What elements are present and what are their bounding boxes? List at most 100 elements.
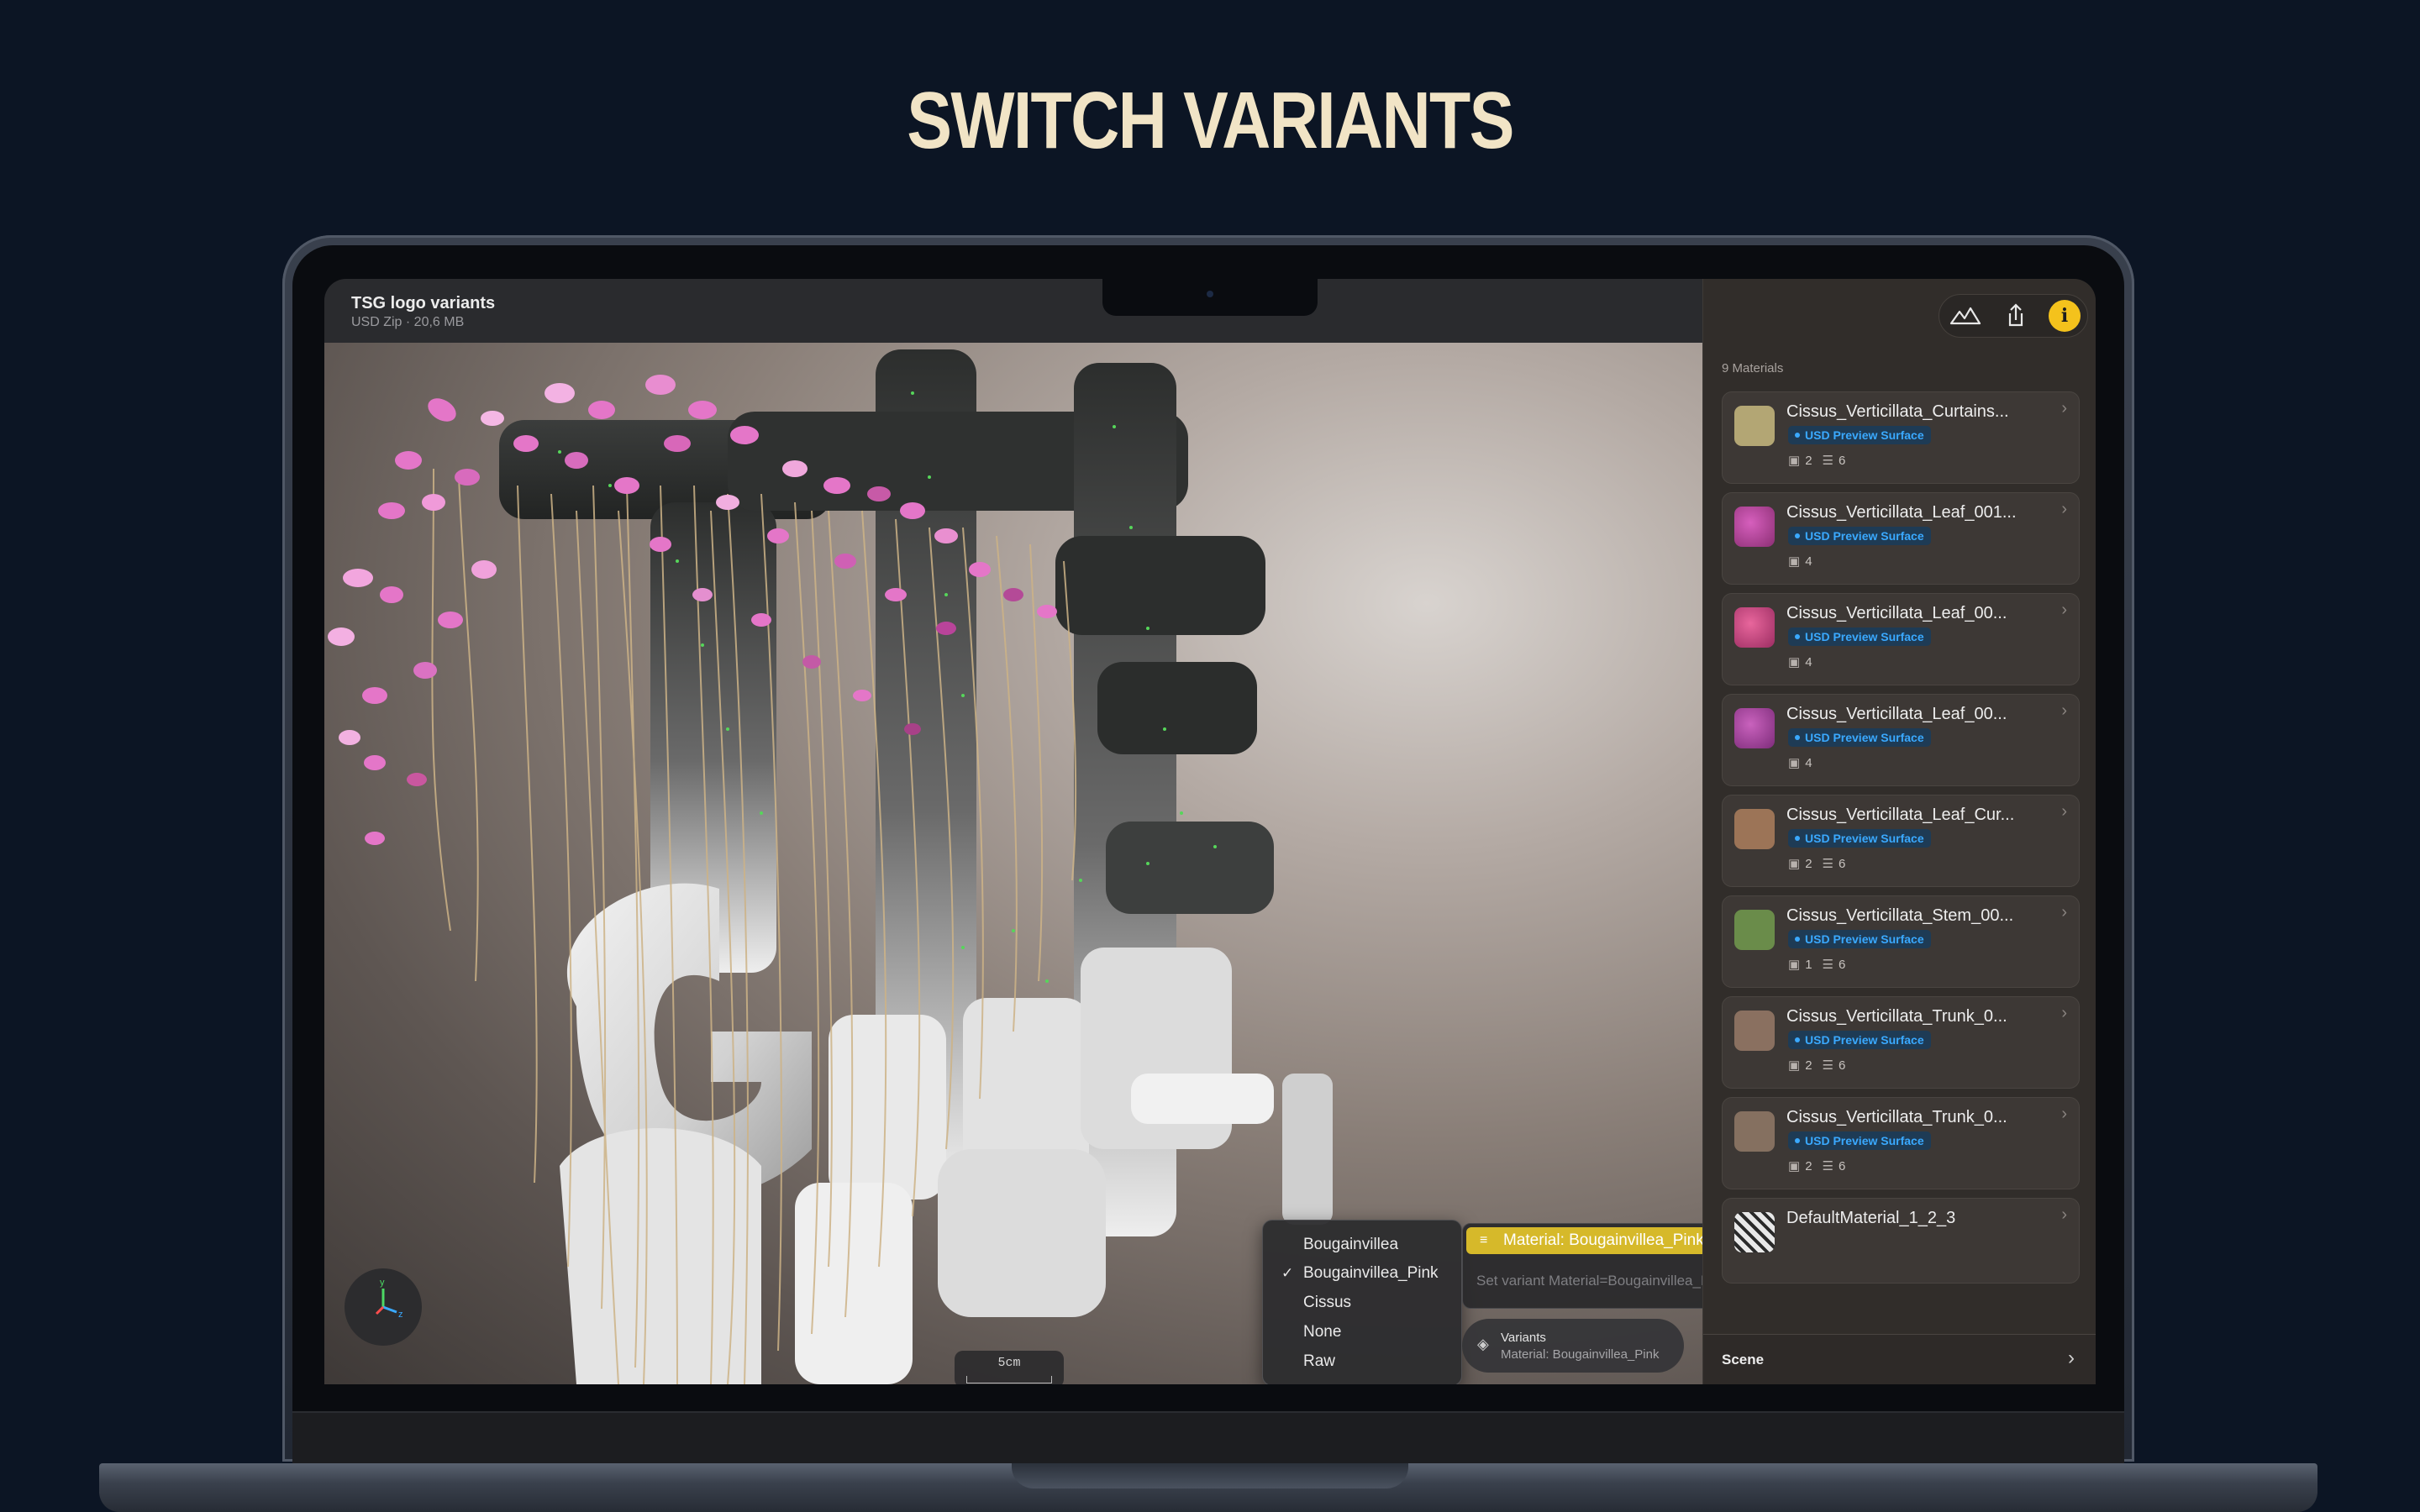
material-thumbnail bbox=[1734, 1011, 1775, 1051]
variant-option-raw[interactable]: Raw bbox=[1263, 1347, 1461, 1376]
chevron-right-icon: › bbox=[2061, 903, 2067, 921]
chevron-right-icon: › bbox=[2068, 1347, 2075, 1369]
material-type-badge: USD Preview Surface bbox=[1788, 829, 1931, 848]
laptop-base-notch bbox=[1012, 1463, 1408, 1488]
chevron-right-icon: › bbox=[2061, 1105, 2067, 1123]
material-meta: ▣ 2 ☰ 6 bbox=[1788, 454, 1846, 468]
materials-count: 9 Materials bbox=[1722, 361, 1784, 375]
image-icon: ▣ bbox=[1788, 857, 1801, 871]
variants-button-subtitle: Material: Bougainvillea_Pink bbox=[1501, 1347, 1660, 1362]
axis-gizmo[interactable]: y z bbox=[345, 1268, 422, 1346]
variant-option-bougainvillea-pink[interactable]: ✓ Bougainvillea_Pink bbox=[1263, 1259, 1461, 1288]
page-headline: SWITCH VARIANTS bbox=[907, 76, 1514, 165]
variant-option-label: Bougainvillea bbox=[1303, 1236, 1399, 1253]
parameters-icon: ☰ bbox=[1822, 958, 1833, 972]
material-card[interactable]: Cissus_Verticillata_Trunk_0... USD Previ… bbox=[1722, 1097, 2080, 1189]
material-card[interactable]: Cissus_Verticillata_Trunk_0... USD Previ… bbox=[1722, 996, 2080, 1089]
variant-option-none[interactable]: None bbox=[1263, 1318, 1461, 1347]
material-card[interactable]: Cissus_Verticillata_Stem_00... USD Previ… bbox=[1722, 895, 2080, 988]
variant-option-label: Cissus bbox=[1303, 1294, 1352, 1311]
variant-option-cissus[interactable]: Cissus bbox=[1263, 1289, 1461, 1317]
material-name: Cissus_Verticillata_Leaf_Cur... bbox=[1786, 806, 2015, 824]
variant-option-bougainvillea[interactable]: Bougainvillea bbox=[1263, 1231, 1461, 1259]
material-card[interactable]: Cissus_Verticillata_Curtains... USD Prev… bbox=[1722, 391, 2080, 484]
axis-gizmo-icon: y z bbox=[375, 1278, 403, 1320]
chevron-right-icon: › bbox=[2061, 701, 2067, 720]
material-name: Cissus_Verticillata_Leaf_00... bbox=[1786, 705, 2007, 723]
material-type-badge: USD Preview Surface bbox=[1788, 930, 1931, 948]
material-meta: ▣ 4 bbox=[1788, 554, 1812, 569]
inspector-sidebar: i 9 Materials Cissus_Verticillata_Curtai… bbox=[1702, 279, 2096, 1384]
material-name: Cissus_Verticillata_Leaf_001... bbox=[1786, 503, 2017, 522]
parameters-icon: ☰ bbox=[1822, 857, 1833, 871]
material-meta: ▣ 2 ☰ 6 bbox=[1788, 857, 1846, 871]
share-icon[interactable] bbox=[1998, 298, 2033, 333]
material-type-badge: USD Preview Surface bbox=[1788, 728, 1931, 747]
variant-options-menu: Bougainvillea ✓ Bougainvillea_Pink Cissu… bbox=[1262, 1220, 1462, 1384]
chevron-right-icon: › bbox=[2061, 601, 2067, 619]
image-icon: ▣ bbox=[1788, 655, 1801, 669]
chevron-right-icon: › bbox=[2061, 1205, 2067, 1224]
material-thumbnail bbox=[1734, 708, 1775, 748]
axis-z-label: z bbox=[398, 1310, 403, 1320]
scene-row[interactable]: Scene › bbox=[1703, 1334, 2096, 1384]
material-card[interactable]: Cissus_Verticillata_Leaf_001... USD Prev… bbox=[1722, 492, 2080, 585]
scene-label: Scene bbox=[1722, 1352, 1765, 1368]
material-meta: ▣ 2 ☰ 6 bbox=[1788, 1058, 1846, 1073]
parameters-icon: ☰ bbox=[1822, 1058, 1833, 1073]
material-thumbnail bbox=[1734, 607, 1775, 648]
parameters-icon: ☰ bbox=[1822, 1159, 1833, 1173]
camera-dot bbox=[1207, 291, 1213, 297]
material-card[interactable]: DefaultMaterial_1_2_3 › bbox=[1722, 1198, 2080, 1284]
scale-line bbox=[966, 1376, 1052, 1383]
document-title: TSG logo variants bbox=[351, 294, 496, 312]
material-type-badge: USD Preview Surface bbox=[1788, 1131, 1931, 1150]
material-type-badge: USD Preview Surface bbox=[1788, 527, 1931, 545]
axis-y-label: y bbox=[380, 1278, 385, 1288]
variant-option-label: Bougainvillea_Pink bbox=[1303, 1264, 1439, 1282]
material-thumbnail bbox=[1734, 507, 1775, 547]
parameters-icon: ☰ bbox=[1822, 454, 1833, 468]
material-name: DefaultMaterial_1_2_3 bbox=[1786, 1209, 1956, 1227]
list-icon: ≡ bbox=[1480, 1233, 1488, 1247]
material-meta: ▣ 4 bbox=[1788, 756, 1812, 770]
image-icon: ▣ bbox=[1788, 756, 1801, 770]
chevron-right-icon: › bbox=[2061, 1004, 2067, 1022]
variants-button[interactable]: ◈ Variants Material: Bougainvillea_Pink bbox=[1462, 1319, 1684, 1373]
material-thumbnail bbox=[1734, 406, 1775, 446]
material-thumbnail bbox=[1734, 1111, 1775, 1152]
material-thumbnail bbox=[1734, 1212, 1775, 1252]
chevron-right-icon: › bbox=[2061, 500, 2067, 518]
image-icon: ▣ bbox=[1788, 1159, 1801, 1173]
viewport-titlebar: TSG logo variants USD Zip · 20,6 MB bbox=[324, 279, 1702, 343]
camera-notch bbox=[1102, 279, 1318, 316]
material-meta: ▣ 2 ☰ 6 bbox=[1788, 1159, 1846, 1173]
image-icon: ▣ bbox=[1788, 1058, 1801, 1073]
variant-option-label: Raw bbox=[1303, 1352, 1336, 1370]
variant-set-label: Material: Bougainvillea_Pink bbox=[1503, 1231, 1704, 1249]
material-card[interactable]: Cissus_Verticillata_Leaf_00... USD Previ… bbox=[1722, 593, 2080, 685]
checkmark-icon: ✓ bbox=[1281, 1265, 1294, 1281]
image-icon: ▣ bbox=[1788, 554, 1801, 569]
document-subtitle: USD Zip · 20,6 MB bbox=[351, 315, 465, 329]
mountains-icon[interactable] bbox=[1948, 298, 1983, 333]
material-meta: ▣ 1 ☰ 6 bbox=[1788, 958, 1846, 972]
material-thumbnail bbox=[1734, 809, 1775, 849]
material-name: Cissus_Verticillata_Stem_00... bbox=[1786, 906, 2014, 925]
material-meta: ▣ 4 bbox=[1788, 655, 1812, 669]
material-thumbnail bbox=[1734, 910, 1775, 950]
image-icon: ▣ bbox=[1788, 958, 1801, 972]
toolbar-button-group: i bbox=[1939, 294, 2088, 338]
material-type-badge: USD Preview Surface bbox=[1788, 426, 1931, 444]
material-type-badge: USD Preview Surface bbox=[1788, 627, 1931, 646]
material-card[interactable]: Cissus_Verticillata_Leaf_00... USD Previ… bbox=[1722, 694, 2080, 786]
chevron-right-icon: › bbox=[2061, 399, 2067, 417]
variant-option-label: None bbox=[1303, 1323, 1342, 1341]
chevron-right-icon: › bbox=[2061, 802, 2067, 821]
info-icon[interactable]: i bbox=[2049, 300, 2081, 332]
material-type-badge: USD Preview Surface bbox=[1788, 1031, 1931, 1049]
material-name: Cissus_Verticillata_Trunk_0... bbox=[1786, 1007, 2007, 1026]
material-name: Cissus_Verticillata_Leaf_00... bbox=[1786, 604, 2007, 622]
material-card[interactable]: Cissus_Verticillata_Leaf_Cur... USD Prev… bbox=[1722, 795, 2080, 887]
scale-label: 5cm bbox=[997, 1356, 1021, 1370]
